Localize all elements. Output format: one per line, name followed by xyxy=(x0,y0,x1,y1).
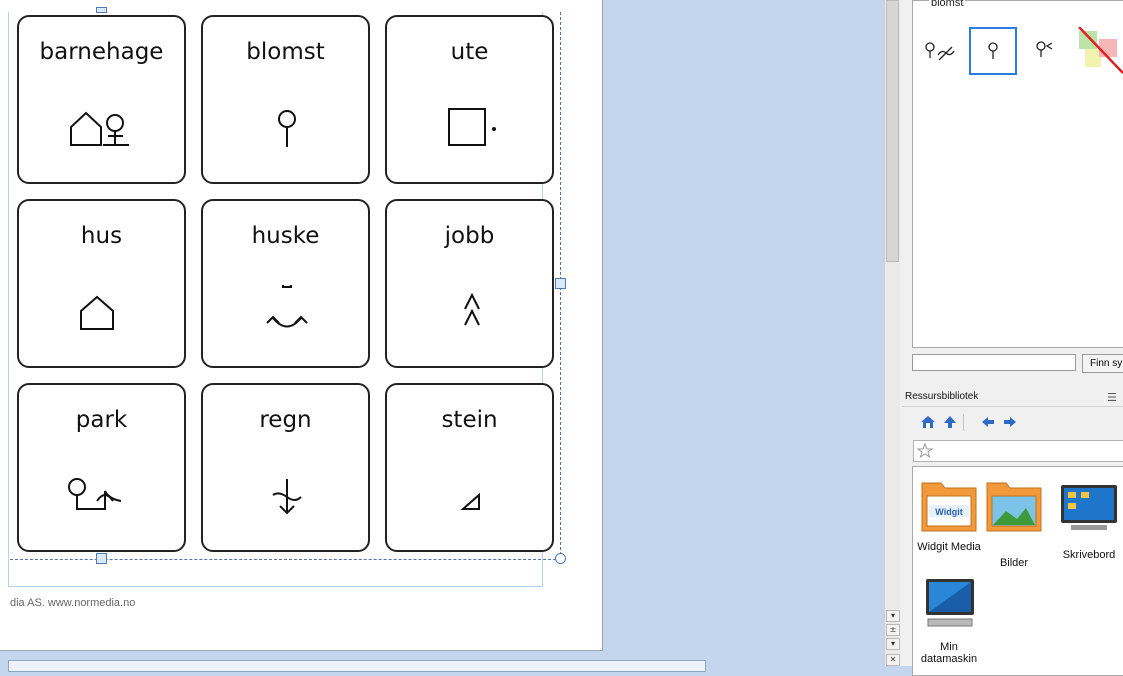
forward-arrow-icon[interactable] xyxy=(1002,414,1018,430)
cell-label: hus xyxy=(80,223,123,249)
symbol-cell-ute[interactable]: ute xyxy=(385,15,554,184)
close-icon[interactable]: ✕ xyxy=(886,654,900,666)
right-panel: blomst Finn sy Ressursbibliotek ☰ Widgit… xyxy=(900,0,1123,676)
flower-not-icon xyxy=(925,42,955,61)
library-item-widgit-media[interactable]: Widgit Widgit Media xyxy=(916,477,982,577)
list-view-icon[interactable]: ☰ xyxy=(1107,391,1117,404)
symbol-option-3[interactable] xyxy=(1023,27,1071,75)
page-footer: dia AS. www.normedia.no xyxy=(10,597,136,609)
cell-label: blomst xyxy=(246,39,325,65)
library-item-label: Widgit Media xyxy=(917,541,981,553)
symbol-search-input[interactable] xyxy=(912,354,1076,371)
home-icon[interactable] xyxy=(920,414,936,430)
symbol-cell-regn[interactable]: regn xyxy=(201,383,370,552)
remember-symbol xyxy=(266,285,308,328)
cell-label: barnehage xyxy=(39,39,164,65)
computer-icon xyxy=(926,579,974,627)
library-item-skrivebord[interactable]: Skrivebord xyxy=(1056,483,1122,583)
symbol-option-4[interactable] xyxy=(1075,26,1123,75)
resize-handle-top[interactable] xyxy=(96,7,107,13)
house-tree-symbol xyxy=(70,111,129,146)
vertical-scrollbar[interactable]: ▾ ± ▾ ✕ xyxy=(884,0,901,666)
resource-library-title: Ressursbibliotek xyxy=(905,391,979,402)
pictures-folder-icon xyxy=(986,482,1042,532)
symbol-chooser: blomst xyxy=(912,0,1123,348)
library-item-bilder[interactable]: Bilder xyxy=(981,477,1047,577)
resize-handle-bottom[interactable] xyxy=(96,553,107,564)
widgit-logo: Widgit xyxy=(935,507,962,517)
library-item-label: Min datamaskin xyxy=(920,641,978,665)
library-item-label: Skrivebord xyxy=(1062,549,1116,561)
house-symbol xyxy=(80,295,114,330)
symbol-cell-jobb[interactable]: jobb xyxy=(385,199,554,368)
horizontal-scroll-area[interactable] xyxy=(8,660,706,672)
no-symbol-icon xyxy=(1078,26,1123,74)
page-up-button[interactable]: ± xyxy=(886,624,900,636)
cell-label: ute xyxy=(450,39,489,65)
scrollbar-thumb[interactable] xyxy=(886,0,899,262)
flower-icon xyxy=(988,42,998,59)
symbol-cell-blomst[interactable]: blomst xyxy=(201,15,370,184)
symbol-cell-hus[interactable]: hus xyxy=(17,199,186,368)
resize-handle-right[interactable] xyxy=(555,278,566,289)
widgit-folder-icon: Widgit xyxy=(921,482,977,532)
back-arrow-icon[interactable] xyxy=(980,414,996,430)
up-arrow-icon[interactable] xyxy=(942,414,958,430)
symbol-cell-stein[interactable]: stein xyxy=(385,383,554,552)
flower-small-icon xyxy=(1036,41,1053,57)
cell-label: regn xyxy=(259,407,312,433)
resource-library-content: Widgit Widgit Media Bilder Skrivebord Mi… xyxy=(912,466,1123,676)
symbol-chooser-title: blomst xyxy=(929,0,966,9)
favorites-bar[interactable] xyxy=(913,440,1123,462)
flower-symbol xyxy=(278,110,296,147)
symbol-option-1[interactable] xyxy=(917,27,965,75)
symbol-cell-barnehage[interactable]: barnehage xyxy=(17,15,186,184)
symbol-option-2[interactable] xyxy=(969,27,1017,75)
scroll-up-button[interactable]: ▾ xyxy=(886,610,900,622)
symbol-cell-park[interactable]: park xyxy=(17,383,186,552)
work-symbol xyxy=(464,292,480,326)
document-page: barnehage blomst ute hus huske jobb park… xyxy=(0,0,603,651)
resize-handle-corner[interactable] xyxy=(555,553,566,564)
cell-label: stein xyxy=(441,407,498,433)
library-item-min-datamaskin[interactable]: Min datamaskin xyxy=(916,577,982,669)
desktop-icon xyxy=(1061,485,1117,530)
rain-symbol xyxy=(272,479,302,515)
star-icon[interactable] xyxy=(916,442,934,460)
find-symbol-button[interactable]: Finn sy xyxy=(1082,354,1123,373)
cell-label: jobb xyxy=(444,223,495,249)
toolbar-divider xyxy=(963,414,964,431)
cell-label: huske xyxy=(251,223,320,249)
symbol-cell-huske[interactable]: huske xyxy=(201,199,370,368)
stone-symbol xyxy=(460,492,480,510)
park-symbol xyxy=(68,478,122,510)
outside-symbol xyxy=(448,108,496,146)
library-item-label: Bilder xyxy=(999,557,1029,569)
page-down-button[interactable]: ▾ xyxy=(886,638,900,650)
cell-label: park xyxy=(75,407,128,433)
